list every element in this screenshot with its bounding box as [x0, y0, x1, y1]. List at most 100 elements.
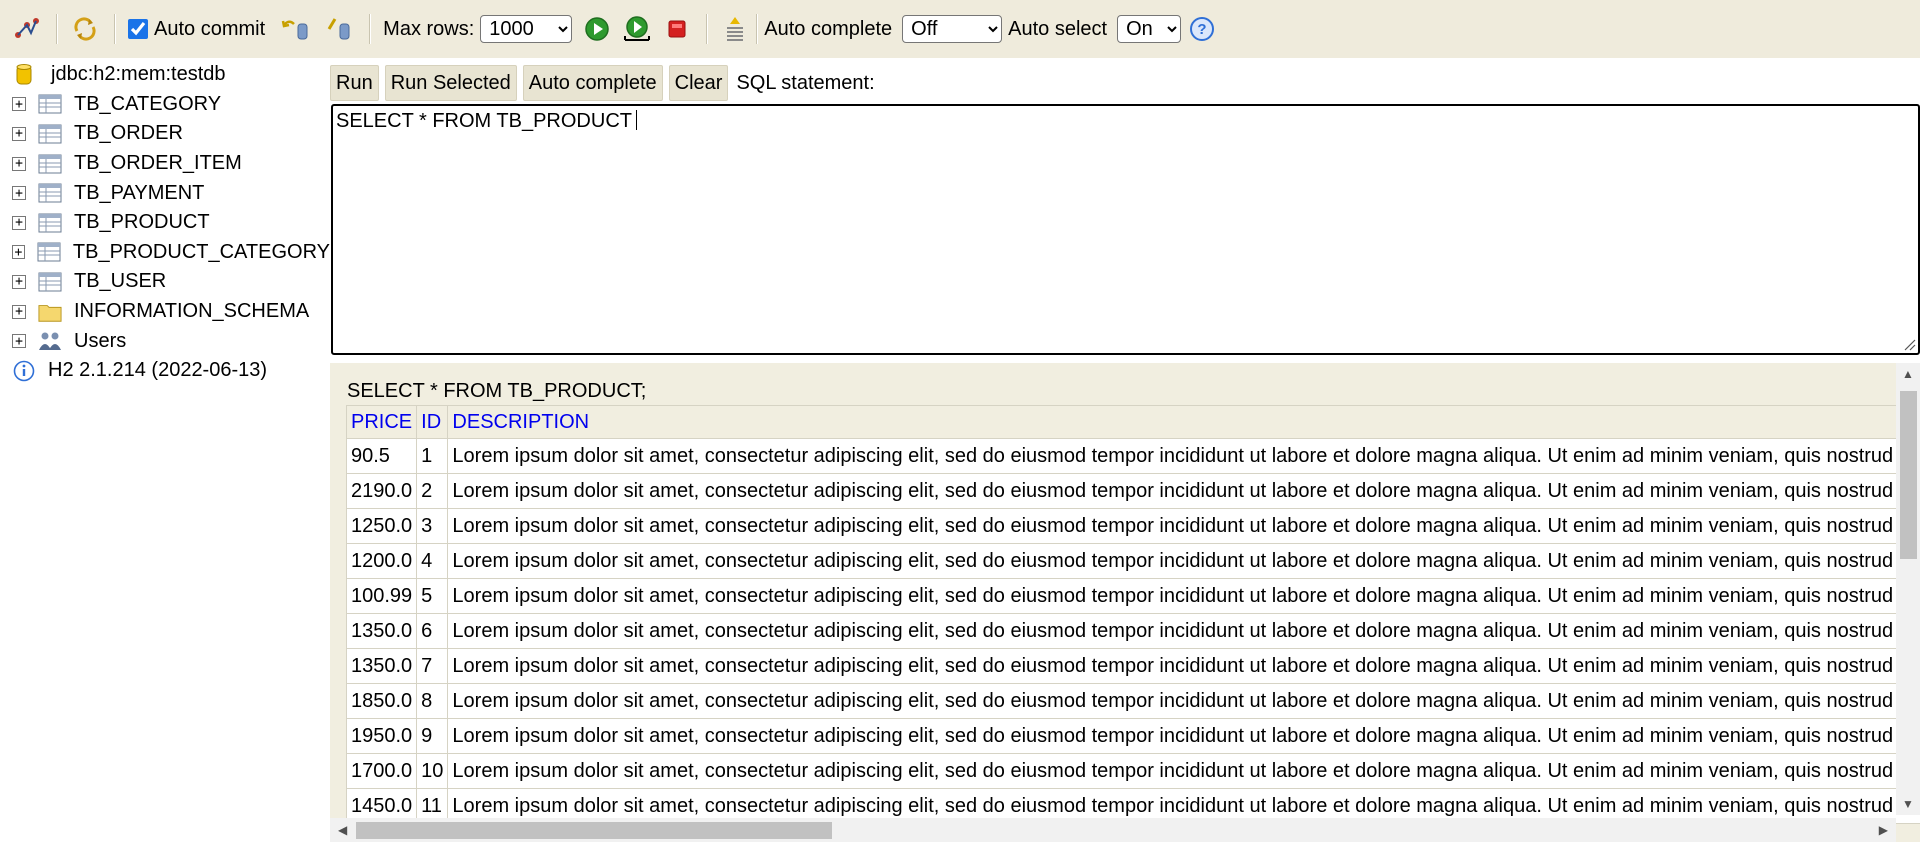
cell-id: 9	[416, 718, 449, 754]
folder-icon	[38, 301, 62, 323]
tree-item-label: TB_ORDER	[74, 122, 183, 145]
max-rows-select[interactable]: 1000	[480, 15, 573, 43]
expand-icon[interactable]: +	[12, 97, 26, 112]
expand-icon[interactable]: +	[12, 245, 25, 260]
scroll-up-icon[interactable]: ▲	[1902, 368, 1914, 380]
column-header-description[interactable]: DESCRIPTION	[447, 405, 1920, 439]
expand-icon[interactable]: +	[12, 215, 26, 230]
table-icon	[37, 241, 61, 263]
vertical-scrollbar[interactable]: ▲ ▼	[1896, 363, 1920, 815]
expand-icon[interactable]: +	[12, 156, 26, 171]
clear-button[interactable]: Clear	[668, 65, 729, 101]
connection-url: jdbc:h2:mem:testdb	[51, 63, 226, 86]
scroll-right-icon[interactable]: ▶	[1879, 824, 1888, 836]
table-icon	[38, 182, 62, 204]
cell-id: 3	[416, 508, 449, 544]
svg-text:?: ?	[1198, 21, 1207, 38]
auto-select-select[interactable]: On	[1117, 15, 1182, 43]
tree-item-table[interactable]: + TB_PAYMENT	[0, 178, 330, 208]
tree-item-label: TB_USER	[74, 270, 167, 293]
auto-commit-label: Auto commit	[154, 17, 266, 40]
cell-description: Lorem ipsum dolor sit amet, consectetur …	[447, 718, 1920, 754]
table-icon	[38, 271, 62, 293]
resize-grip-icon[interactable]	[1902, 337, 1916, 351]
tree-item-information-schema[interactable]: + INFORMATION_SCHEMA	[0, 297, 330, 327]
sql-editor-text: SELECT * FROM TB_PRODUCT	[336, 110, 632, 132]
expand-icon[interactable]: +	[12, 334, 26, 349]
users-icon	[38, 330, 62, 352]
disconnect-icon[interactable]	[12, 14, 42, 44]
table-row: 1200.0 4 Lorem ipsum dolor sit amet, conse…	[345, 543, 1920, 579]
tree-item-table[interactable]: + TB_ORDER_ITEM	[0, 149, 330, 179]
tree-item-table[interactable]: + TB_ORDER	[0, 119, 330, 149]
table-row: 1350.0 6 Lorem ipsum dolor sit amet, conse…	[345, 613, 1920, 649]
run-selected-button[interactable]: Run Selected	[384, 65, 517, 101]
scroll-left-icon[interactable]: ◀	[338, 824, 347, 836]
results-table: PRICE ID DESCRIPTION 90.5 1 Lorem ipsum do…	[345, 405, 1920, 824]
table-icon	[38, 212, 62, 234]
table-row: 100.99 5 Lorem ipsum dolor sit amet, conse…	[345, 578, 1920, 614]
table-icon	[38, 123, 62, 145]
cell-price: 90.5	[345, 438, 418, 474]
database-icon	[12, 63, 36, 86]
auto-commit-checkbox[interactable]	[128, 19, 148, 39]
refresh-icon[interactable]	[70, 14, 100, 44]
cell-price: 1700.0	[345, 753, 418, 789]
column-header-price[interactable]: PRICE	[345, 405, 418, 439]
tree-item-label: TB_CATEGORY	[74, 92, 222, 115]
run-icon[interactable]	[582, 14, 612, 44]
vertical-scroll-thumb[interactable]	[1900, 391, 1917, 559]
tree-item-users[interactable]: + Users	[0, 326, 330, 356]
horizontal-scrollbar[interactable]: ◀ ▶	[330, 818, 1896, 842]
rollback-icon[interactable]	[281, 14, 311, 44]
expand-icon[interactable]: +	[12, 304, 26, 319]
tree-item-table[interactable]: + TB_PRODUCT_CATEGORY	[0, 238, 330, 268]
tree-item-label: TB_PRODUCT	[74, 211, 210, 234]
tree-connection[interactable]: jdbc:h2:mem:testdb	[0, 60, 330, 90]
info-icon	[12, 360, 36, 382]
tree-item-label: TB_PRODUCT_CATEGORY	[72, 240, 330, 263]
help-icon[interactable]: ?	[1187, 14, 1217, 44]
max-rows-label: Max rows:	[383, 17, 475, 40]
cell-description: Lorem ipsum dolor sit amet, consectetur …	[447, 578, 1920, 614]
stop-icon[interactable]	[662, 14, 692, 44]
history-icon[interactable]	[720, 14, 750, 44]
cell-price: 100.99	[345, 578, 418, 614]
cell-id: 1	[416, 438, 449, 474]
table-row: 1700.0 10 Lorem ipsum dolor sit amet, cons…	[345, 753, 1920, 789]
tree-version: H2 2.1.214 (2022-06-13)	[0, 356, 330, 386]
run-selected-icon[interactable]	[622, 14, 652, 44]
expand-icon[interactable]: +	[12, 274, 26, 289]
tree-item-table[interactable]: + TB_CATEGORY	[0, 90, 330, 120]
cell-id: 8	[416, 683, 449, 719]
cell-price: 1250.0	[345, 508, 418, 544]
expand-icon[interactable]: +	[12, 186, 26, 201]
horizontal-scroll-thumb[interactable]	[356, 822, 832, 839]
toolbar: Auto commit Max rows: 1000 Auto complete…	[0, 0, 1920, 58]
table-header-row: PRICE ID DESCRIPTION	[345, 405, 1920, 439]
toolbar-separator	[56, 14, 58, 44]
tree-item-table[interactable]: + TB_USER	[0, 267, 330, 297]
toolbar-separator	[706, 14, 709, 44]
expand-icon[interactable]: +	[12, 126, 26, 141]
auto-complete-select[interactable]: Off	[902, 15, 1003, 43]
cell-id: 2	[416, 473, 449, 509]
table-icon	[38, 153, 62, 175]
run-button[interactable]: Run	[330, 65, 379, 101]
table-row: 1850.0 8 Lorem ipsum dolor sit amet, conse…	[345, 683, 1920, 719]
commit-icon[interactable]	[325, 14, 355, 44]
cell-id: 10	[416, 753, 449, 789]
auto-complete-label: Auto complete	[764, 17, 893, 40]
auto-complete-button[interactable]: Auto complete	[522, 65, 663, 101]
tree-item-label: Users	[74, 329, 127, 352]
result-query: SELECT * FROM TB_PRODUCT;	[347, 380, 647, 402]
column-header-id[interactable]: ID	[416, 405, 449, 439]
sql-editor[interactable]: SELECT * FROM TB_PRODUCT	[331, 104, 1920, 355]
tree-item-table[interactable]: + TB_PRODUCT	[0, 208, 330, 238]
table-row: 1350.0 7 Lorem ipsum dolor sit amet, conse…	[345, 648, 1920, 684]
scroll-down-icon[interactable]: ▼	[1902, 798, 1914, 810]
cell-description: Lorem ipsum dolor sit amet, consectetur …	[447, 683, 1920, 719]
toolbar-separator	[756, 14, 759, 44]
cell-price: 2190.0	[345, 473, 418, 509]
tree-item-label: INFORMATION_SCHEMA	[74, 300, 310, 323]
